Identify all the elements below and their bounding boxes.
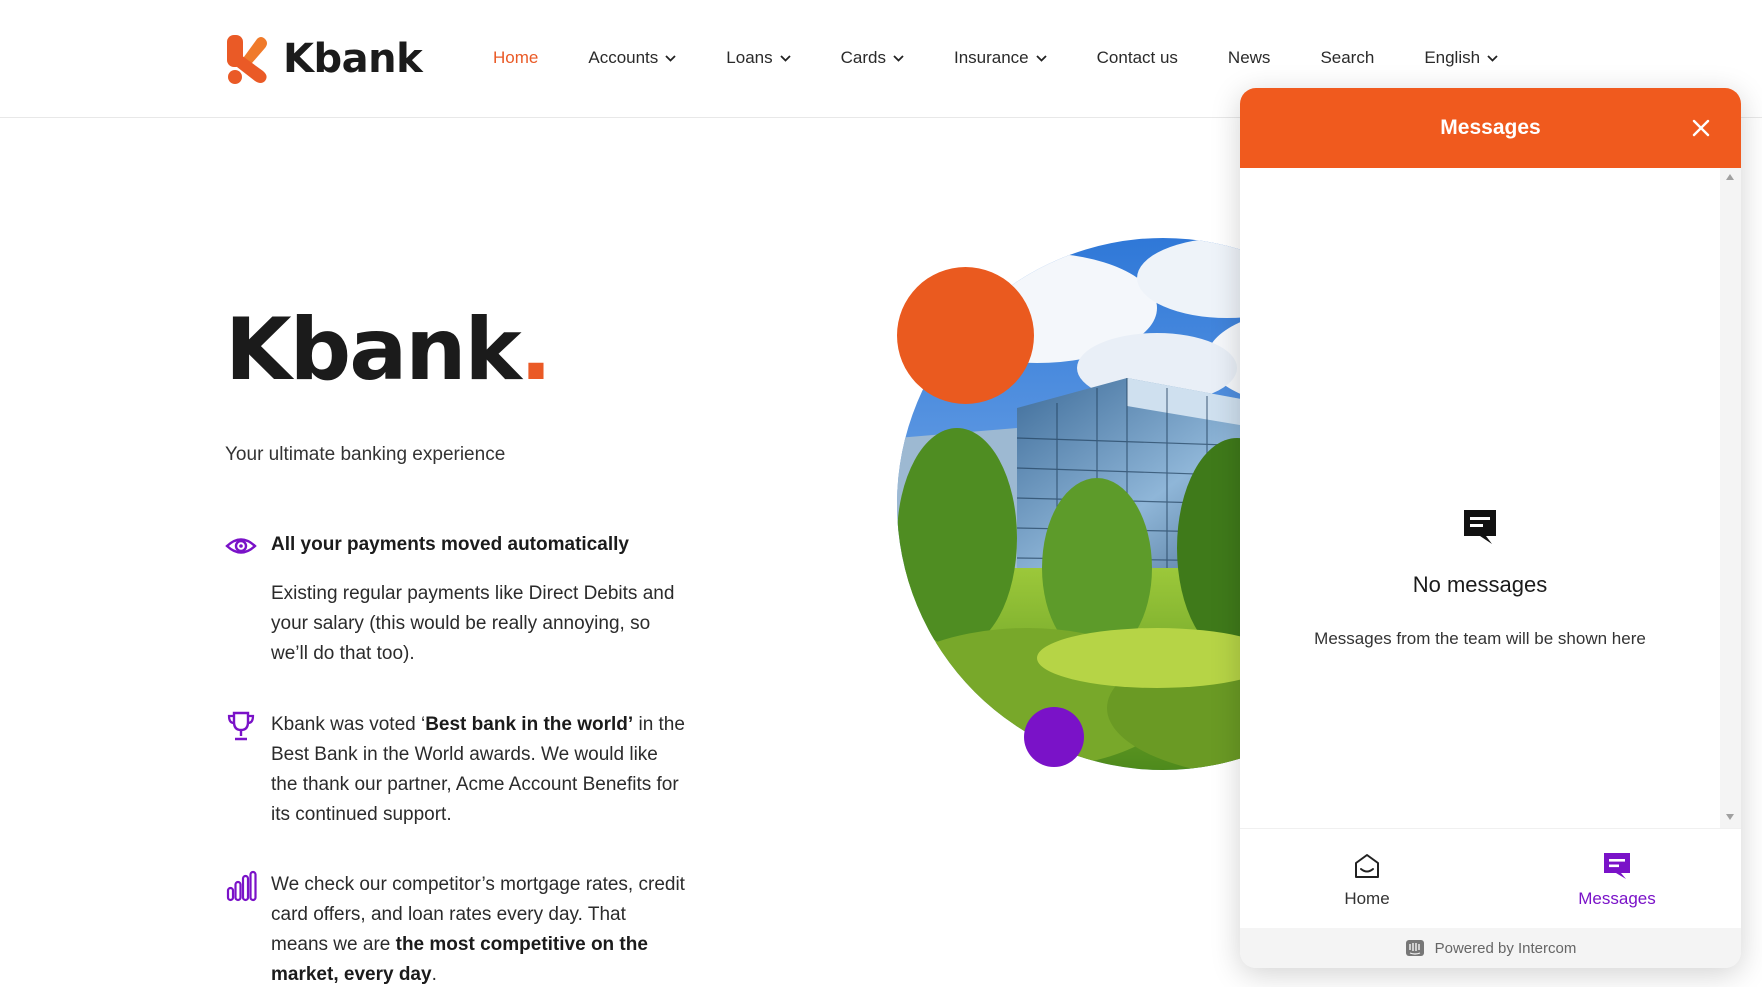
nav-language-label: English <box>1424 48 1481 67</box>
messenger-body: No messages Messages from the team will … <box>1240 168 1720 828</box>
home-icon <box>1355 854 1379 878</box>
nav-language[interactable]: English <box>1424 48 1498 68</box>
feature-payments: All your payments moved automatically Ex… <box>225 530 685 669</box>
messenger-tabs: Home Messages <box>1240 828 1741 928</box>
nav-contact-label: Contact us <box>1096 48 1178 67</box>
nav-cards-label: Cards <box>840 48 886 67</box>
feature-text: Existing regular payments like Direct De… <box>271 583 675 664</box>
hero-title: Kbank. <box>225 300 553 400</box>
tab-messages[interactable]: Messages <box>1557 851 1677 909</box>
close-icon[interactable] <box>1689 116 1713 140</box>
hero-title-text: Kbank <box>225 300 522 400</box>
tab-home[interactable]: Home <box>1307 851 1427 909</box>
messages-icon <box>1464 510 1496 544</box>
messages-icon <box>1604 853 1630 879</box>
messenger-panel: Messages No messages Messages from the t… <box>1240 88 1741 968</box>
chevron-down-icon <box>665 54 676 62</box>
chevron-down-icon <box>893 54 904 62</box>
nav-insurance[interactable]: Insurance <box>954 48 1047 68</box>
nav-accounts-label: Accounts <box>588 48 659 67</box>
scroll-down-arrow[interactable] <box>1726 814 1734 820</box>
nav-accounts[interactable]: Accounts <box>588 48 676 68</box>
feature-text-part: . <box>431 964 437 985</box>
empty-state-title: No messages <box>1412 572 1548 597</box>
powered-by-label: Powered by Intercom <box>1434 939 1577 957</box>
feature-heading: All your payments moved automatically <box>271 534 629 555</box>
chevron-down-icon <box>1487 54 1498 62</box>
eye-icon <box>225 538 257 554</box>
nav-contact-us[interactable]: Contact us <box>1097 48 1178 68</box>
tab-messages-label: Messages <box>1578 889 1656 908</box>
feature-text-part: Kbank was voted ‘ <box>271 714 426 735</box>
feature-text: We check our competitor’s mortgage rates… <box>271 870 685 987</box>
nav-search[interactable]: Search <box>1320 48 1374 68</box>
nav-home-label: Home <box>493 48 539 67</box>
nav-news-label: News <box>1227 48 1271 67</box>
empty-state-subtitle: Messages from the team will be shown her… <box>1314 629 1646 648</box>
nav-loans[interactable]: Loans <box>726 48 791 68</box>
messenger-scrollbar[interactable] <box>1720 168 1741 828</box>
nav-loans-label: Loans <box>726 48 773 67</box>
trophy-icon <box>227 711 255 741</box>
nav-search-label: Search <box>1320 48 1375 67</box>
powered-by-intercom[interactable]: Powered by Intercom <box>1240 928 1741 968</box>
scroll-up-arrow[interactable] <box>1726 174 1734 180</box>
feature-text-bold: Best bank in the world’ <box>425 714 634 735</box>
messenger-title: Messages <box>1440 116 1541 139</box>
main-nav: Home Accounts Loans Cards Insurance Cont… <box>493 48 1548 68</box>
feature-award: Kbank was voted ‘Best bank in the world’… <box>225 710 685 830</box>
feature-text: Kbank was voted ‘Best bank in the world’… <box>271 710 685 830</box>
nav-home[interactable]: Home <box>493 48 538 68</box>
feature-rates: We check our competitor’s mortgage rates… <box>225 870 685 987</box>
nav-insurance-label: Insurance <box>953 48 1029 67</box>
messenger-header: Messages <box>1240 88 1741 168</box>
decorative-orange-circle <box>897 267 1034 404</box>
nav-news[interactable]: News <box>1228 48 1271 68</box>
chevron-down-icon <box>779 54 791 62</box>
hero-title-dot: . <box>519 300 553 400</box>
tab-home-label: Home <box>1344 889 1390 908</box>
kbank-logo-icon <box>227 35 267 84</box>
decorative-purple-circle <box>1024 707 1084 767</box>
intercom-icon <box>1405 940 1424 956</box>
chevron-down-icon <box>1036 54 1047 62</box>
bar-chart-icon <box>226 870 257 902</box>
kbank-logo[interactable]: Kbank <box>225 33 423 85</box>
logo-wordmark: Kbank <box>283 36 423 82</box>
nav-cards[interactable]: Cards <box>841 48 904 68</box>
hero-subtitle: Your ultimate banking experience <box>225 444 506 465</box>
